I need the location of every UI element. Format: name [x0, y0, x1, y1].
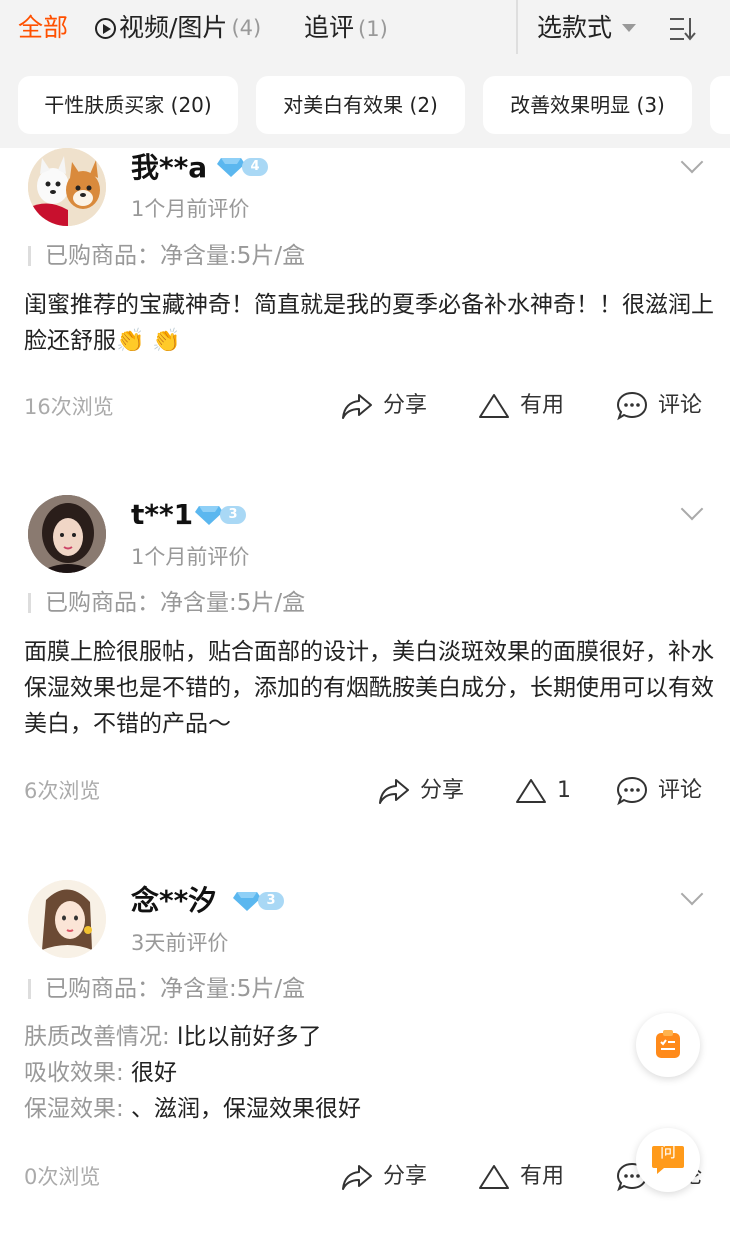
comment-icon — [616, 776, 648, 806]
avatar[interactable] — [28, 880, 106, 958]
comment-label: 评论 — [658, 778, 703, 803]
clipboard-icon — [656, 1030, 680, 1058]
review-card: 我**a 4 1个月前评价 已购商品：净含量:5片/盒 闺蜜推荐的宝藏神奇！简直… — [0, 148, 730, 438]
triangle-up-icon — [479, 1165, 509, 1189]
chevron-down-icon[interactable] — [680, 882, 704, 906]
tab-follow-count: (1) — [358, 17, 388, 41]
tab-video-label: 视频/图片 — [119, 13, 228, 42]
purchased-text: 已购商品：净含量:5片/盒 — [45, 976, 306, 1002]
ask-float-button[interactable]: 问 — [636, 1128, 700, 1192]
tab-divider — [516, 0, 518, 54]
review-time: 1个月前评价 — [131, 197, 250, 221]
filter-header: 全部 视频/图片 (4) 追评 (1) 选款式 干性肤质买家 (20) 对美白有效… — [0, 0, 730, 148]
purchased-item: 已购商品：净含量:5片/盒 — [28, 586, 305, 620]
style-select-dropdown[interactable]: 选款式 — [537, 10, 637, 46]
review-text: 面膜上脸很服帖，贴合面部的设计，美白淡斑效果的面膜很好，补水保湿效果也是不错的，… — [24, 639, 714, 737]
illustrated-girl-avatar-icon — [28, 880, 106, 958]
share-button[interactable]: 分享 — [378, 776, 464, 806]
tab-video-image[interactable]: 视频/图片 (4) — [95, 10, 261, 46]
triangle-up-icon — [516, 779, 546, 803]
field-label: 保湿效果: — [24, 1096, 124, 1122]
comment-icon — [616, 391, 648, 421]
dog-avatar-icon — [28, 148, 106, 226]
review-time: 3天前评价 — [131, 931, 229, 955]
tab-all[interactable]: 全部 — [18, 10, 68, 46]
view-count: 0次浏览 — [24, 1165, 101, 1189]
share-icon — [342, 394, 372, 419]
username[interactable]: t**1 — [131, 495, 193, 535]
comment-label: 评论 — [658, 393, 703, 418]
level-number: 3 — [258, 892, 284, 910]
share-label: 分享 — [383, 393, 428, 418]
purchased-item: 已购商品：净含量:5片/盒 — [28, 239, 305, 273]
share-button[interactable]: 分享 — [341, 391, 427, 421]
chip-whitening[interactable]: 对美白有效果 (2) — [256, 76, 465, 134]
purchased-item: 已购商品：净含量:5片/盒 — [28, 972, 305, 1006]
sort-icon[interactable] — [668, 16, 700, 42]
triangle-up-icon — [479, 394, 509, 418]
ask-label: 问 — [659, 1142, 676, 1161]
username[interactable]: 念**汐 — [131, 881, 216, 921]
share-icon — [342, 1165, 372, 1190]
useful-button[interactable]: 有用 — [478, 1162, 564, 1192]
comment-button[interactable]: 评论 — [616, 391, 702, 421]
chip-more[interactable] — [710, 76, 730, 134]
purchased-bar — [28, 979, 31, 999]
field-skin-improvement: 肤质改善情况: l比以前好多了 — [24, 1019, 714, 1055]
share-label: 分享 — [420, 778, 465, 803]
avatar[interactable] — [28, 148, 106, 226]
review-text: 闺蜜推荐的宝藏神奇！简直就是我的夏季必备补水神奇！！很滋润上脸还舒服👏 👏 — [24, 292, 714, 354]
view-count: 6次浏览 — [24, 779, 101, 803]
chip-improvement[interactable]: 改善效果明显 (3) — [483, 76, 692, 134]
girl-avatar-icon — [28, 495, 106, 573]
caret-down-icon — [622, 24, 637, 32]
purchased-text: 已购商品：净含量:5片/盒 — [45, 243, 306, 269]
username[interactable]: 我**a — [131, 148, 207, 188]
chip-dry-skin[interactable]: 干性肤质买家 (20) — [18, 76, 238, 134]
purchased-text: 已购商品：净含量:5片/盒 — [45, 590, 306, 616]
field-label: 吸收效果: — [24, 1060, 124, 1086]
view-count: 16次浏览 — [24, 395, 114, 419]
tab-follow-label: 追评 — [304, 13, 355, 42]
field-moisturizing: 保湿效果: 、滋润，保湿效果很好 — [24, 1091, 714, 1127]
play-icon — [95, 17, 116, 39]
review-time: 1个月前评价 — [131, 545, 250, 569]
purchased-bar — [28, 593, 31, 613]
level-number: 4 — [242, 158, 268, 176]
share-icon — [379, 779, 409, 804]
review-card: 念**汐 3 3天前评价 已购商品：净含量:5片/盒 肤质改善情况: l比以前好… — [0, 880, 730, 1210]
tab-follow-up[interactable]: 追评 (1) — [304, 10, 388, 47]
field-value: 很好 — [123, 1060, 178, 1086]
review-fields: 肤质改善情况: l比以前好多了 吸收效果: 很好 保湿效果: 、滋润，保湿效果很… — [24, 1019, 714, 1127]
chevron-down-icon[interactable] — [680, 497, 704, 521]
diamond-badge: 4 — [217, 156, 268, 178]
style-select-label: 选款式 — [537, 13, 613, 42]
field-label: 肤质改善情况: — [24, 1024, 170, 1050]
comment-button[interactable]: 评论 — [616, 776, 702, 806]
field-value: l比以前好多了 — [169, 1024, 322, 1050]
useful-label: 有用 — [520, 1164, 565, 1189]
field-value: 、滋润，保湿效果很好 — [123, 1096, 362, 1122]
avatar[interactable] — [28, 495, 106, 573]
field-absorption: 吸收效果: 很好 — [24, 1055, 714, 1091]
chevron-down-icon[interactable] — [680, 150, 704, 174]
share-button[interactable]: 分享 — [341, 1162, 427, 1192]
useful-count: 1 — [557, 778, 571, 803]
review-card: t**1 3 1个月前评价 已购商品：净含量:5片/盒 面膜上脸很服帖，贴合面部… — [0, 495, 730, 815]
useful-button[interactable]: 1 — [515, 776, 571, 806]
diamond-badge: 3 — [233, 890, 284, 912]
tag-chips: 干性肤质买家 (20) 对美白有效果 (2) 改善效果明显 (3) — [0, 76, 730, 134]
purchased-bar — [28, 246, 31, 266]
share-label: 分享 — [383, 1164, 428, 1189]
review-tabs: 全部 视频/图片 (4) 追评 (1) 选款式 — [0, 0, 730, 56]
survey-float-button[interactable] — [636, 1013, 700, 1077]
tab-video-count: (4) — [231, 16, 262, 40]
useful-button[interactable]: 有用 — [478, 391, 564, 421]
level-number: 3 — [220, 506, 246, 524]
useful-label: 有用 — [520, 393, 565, 418]
diamond-badge: 3 — [195, 504, 246, 526]
